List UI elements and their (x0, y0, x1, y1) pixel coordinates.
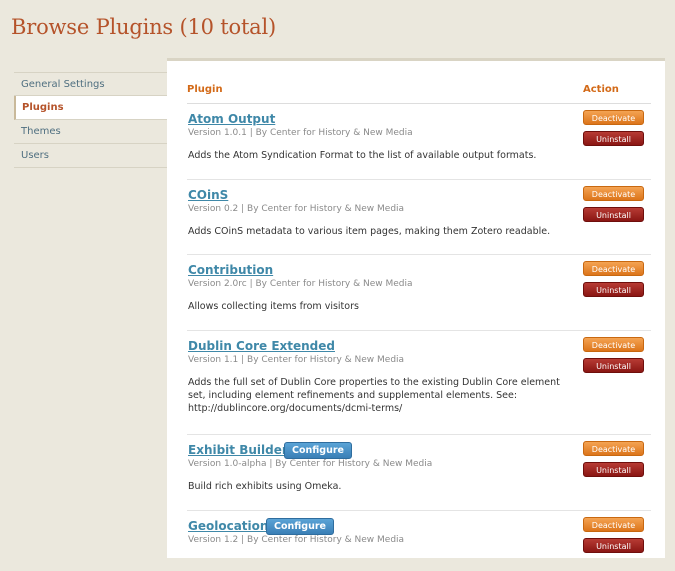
uninstall-button[interactable]: Uninstall (583, 462, 644, 477)
plugin-meta: Version 1.0-alpha | By Center for Histor… (188, 459, 433, 469)
plugin-name-link[interactable]: Geolocation (188, 519, 268, 533)
deactivate-button[interactable]: Deactivate (583, 337, 644, 352)
plugin-meta: Version 2.0rc | By Center for History & … (188, 279, 413, 289)
plugin-description: Adds the full set of Dublin Core propert… (188, 377, 560, 414)
plugin-meta: Version 1.0.1 | By Center for History & … (188, 128, 413, 138)
plugin-description: Build rich exhibits using Omeka. (188, 481, 342, 492)
plugin-row-atom-output: Atom Output Version 1.0.1 | By Center fo… (187, 104, 651, 180)
plugin-meta: Version 1.2 | By Center for History & Ne… (188, 535, 405, 545)
plugin-description: Adds COinS metadata to various item page… (188, 226, 551, 237)
plugin-meta: Version 1.1 | By Center for History & Ne… (188, 355, 405, 365)
plugin-description: Adds the Atom Syndication Format to the … (188, 150, 537, 161)
page-title: Browse Plugins (10 total) (11, 15, 277, 39)
configure-button[interactable]: Configure (266, 518, 334, 535)
configure-button[interactable]: Configure (284, 442, 352, 459)
uninstall-button[interactable]: Uninstall (583, 131, 644, 146)
plugin-name-link[interactable]: Exhibit Builder (188, 443, 288, 457)
uninstall-button[interactable]: Uninstall (583, 207, 644, 222)
plugin-name-link[interactable]: Dublin Core Extended (188, 339, 335, 353)
plugin-row-coins: COinS Version 0.2 | By Center for Histor… (187, 180, 651, 255)
plugin-description: Allows collecting items from visitors (188, 301, 359, 312)
plugins-table-header: Plugin Action (187, 81, 651, 104)
plugin-row-contribution: Contribution Version 2.0rc | By Center f… (187, 255, 651, 331)
deactivate-button[interactable]: Deactivate (583, 517, 644, 532)
uninstall-button[interactable]: Uninstall (583, 358, 644, 373)
plugin-row-dublin-core-extended: Dublin Core Extended Version 1.1 | By Ce… (187, 331, 651, 435)
plugin-row-exhibit-builder: Exhibit Builder Configure Version 1.0-al… (187, 435, 651, 511)
plugin-name-link[interactable]: Contribution (188, 263, 273, 277)
plugin-name-link[interactable]: Atom Output (188, 112, 275, 126)
uninstall-button[interactable]: Uninstall (583, 282, 644, 297)
plugin-meta: Version 0.2 | By Center for History & Ne… (188, 204, 405, 214)
plugin-row-geolocation: Geolocation Configure Version 1.2 | By C… (187, 511, 651, 571)
plugins-panel: Plugin Action Atom Output Version 1.0.1 … (167, 58, 665, 558)
deactivate-button[interactable]: Deactivate (583, 441, 644, 456)
settings-sidebar: General Settings Plugins Themes Users (14, 72, 167, 168)
column-header-plugin: Plugin (187, 84, 223, 95)
sidebar-item-general-settings[interactable]: General Settings (14, 72, 167, 96)
sidebar-item-plugins[interactable]: Plugins (14, 96, 167, 120)
deactivate-button[interactable]: Deactivate (583, 186, 644, 201)
plugin-name-link[interactable]: COinS (188, 188, 228, 202)
sidebar-item-themes[interactable]: Themes (14, 120, 167, 144)
column-header-action: Action (583, 84, 619, 95)
deactivate-button[interactable]: Deactivate (583, 110, 644, 125)
deactivate-button[interactable]: Deactivate (583, 261, 644, 276)
sidebar-item-users[interactable]: Users (14, 144, 167, 168)
